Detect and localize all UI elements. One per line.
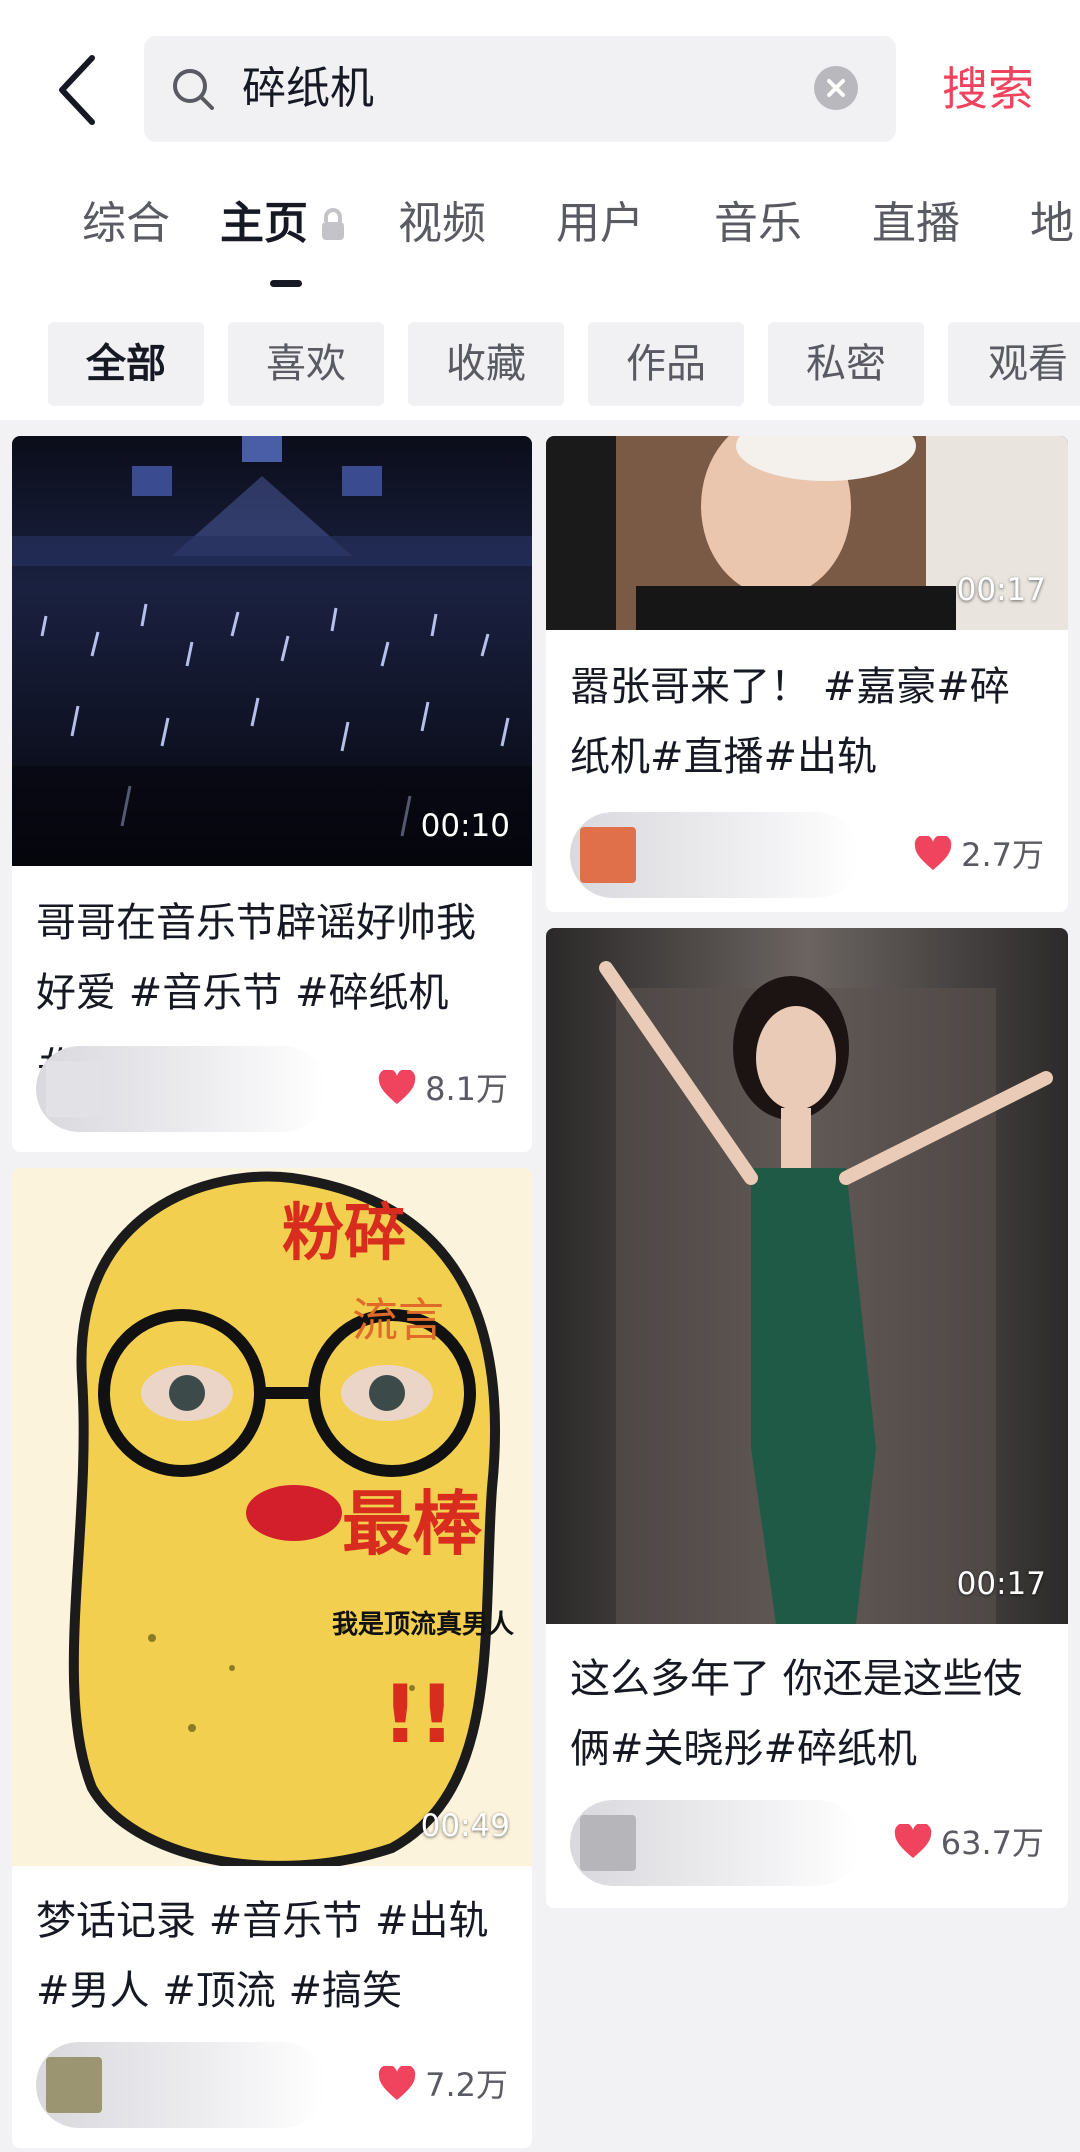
active-tab-indicator: [270, 280, 302, 287]
caption-line: 梦话记录 #音乐节 #出轨: [36, 1898, 489, 1944]
video-thumbnail[interactable]: 00:10: [12, 436, 532, 866]
video-caption: 这么多年了 你还是这些伎 俩#关晓彤#碎纸机: [570, 1644, 1044, 1784]
video-duration: 00:10: [420, 808, 510, 844]
chip-liked[interactable]: 喜欢: [228, 322, 384, 406]
video-duration: 00:17: [956, 572, 1046, 608]
tab-videos[interactable]: 视频: [398, 192, 486, 256]
like-count[interactable]: 8.1万: [377, 1066, 508, 1112]
avatar: [580, 827, 636, 883]
overlay-note: 我是顶流真男人: [332, 1610, 515, 1640]
author-chip[interactable]: [36, 2042, 326, 2128]
like-count-value: 63.7万: [940, 1824, 1044, 1862]
tab-users[interactable]: 用户: [556, 192, 644, 256]
chip-all[interactable]: 全部: [48, 322, 204, 406]
tab-live[interactable]: 直播: [872, 192, 960, 256]
avatar: [46, 2057, 102, 2113]
caption-line: 这么多年了 你还是这些伎: [570, 1656, 1023, 1702]
search-input[interactable]: 碎纸机: [144, 36, 896, 142]
like-count-value: 2.7万: [961, 836, 1044, 874]
avatar: [46, 1061, 102, 1117]
chip-favorites[interactable]: 收藏: [408, 322, 564, 406]
caption-line: 哥哥在音乐节辟谣好帅我: [36, 900, 476, 946]
overlay-best: 最棒: [342, 1483, 482, 1565]
video-duration: 00:49: [420, 1808, 510, 1844]
tab-general[interactable]: 综合: [82, 192, 170, 256]
tab-location[interactable]: 地: [1030, 192, 1074, 256]
search-icon: [173, 69, 214, 110]
video-card[interactable]: 00:17 嚣张哥来了！ #嘉豪#碎 纸机#直播#出轨 2.7万: [546, 436, 1068, 912]
tab-music[interactable]: 音乐: [714, 192, 802, 256]
overlay-subtitle: 流言: [352, 1293, 444, 1347]
like-count-value: 7.2万: [425, 2066, 508, 2104]
heart-icon: [378, 1070, 416, 1104]
chip-history[interactable]: 观看: [948, 322, 1080, 406]
search-header: 碎纸机 搜索: [0, 0, 1080, 170]
search-query-text[interactable]: 碎纸机: [242, 56, 374, 122]
video-caption: 梦话记录 #音乐节 #出轨 #男人 #顶流 #搞笑: [36, 1886, 508, 2026]
chip-works[interactable]: 作品: [588, 322, 744, 406]
chip-private[interactable]: 私密: [768, 322, 924, 406]
like-count[interactable]: 63.7万: [893, 1820, 1044, 1866]
author-chip[interactable]: [570, 812, 860, 898]
overlay-exclaim: !!: [382, 1668, 455, 1761]
back-arrow-icon[interactable]: [50, 50, 110, 130]
video-card[interactable]: 00:10 哥哥在音乐节辟谣好帅我 好爱 #音乐节 #碎纸机 #... 8.1万: [12, 436, 532, 1152]
heart-icon: [378, 2066, 416, 2100]
video-thumbnail[interactable]: 00:17: [546, 928, 1068, 1624]
video-thumbnail[interactable]: 粉碎 流言 最棒 我是顶流真男人 !! 00:49: [12, 1168, 532, 1866]
video-duration: 00:17: [956, 1566, 1046, 1602]
video-feed: 00:10 哥哥在音乐节辟谣好帅我 好爱 #音乐节 #碎纸机 #... 8.1万: [0, 420, 1080, 2152]
lock-icon: [322, 208, 344, 240]
tab-homepage[interactable]: 主页: [220, 192, 308, 256]
caption-line: #男人 #顶流 #搞笑: [36, 1968, 402, 2014]
heart-icon: [894, 1824, 931, 1858]
heart-icon: [914, 836, 952, 870]
avatar: [580, 1815, 636, 1871]
like-count[interactable]: 2.7万: [913, 832, 1044, 878]
overlay-title: 粉碎: [282, 1196, 407, 1269]
video-caption: 嚣张哥来了！ #嘉豪#碎 纸机#直播#出轨: [570, 652, 1044, 792]
video-card[interactable]: 粉碎 流言 最棒 我是顶流真男人 !! 00:49 梦话记录 #音乐节 #出轨 …: [12, 1168, 532, 2148]
result-tabs: 综合 主页 视频 用户 音乐 直播 地: [0, 170, 1080, 310]
caption-line: 纸机#直播#出轨: [570, 734, 878, 780]
video-card[interactable]: 00:17 这么多年了 你还是这些伎 俩#关晓彤#碎纸机 63.7万: [546, 928, 1068, 1908]
like-count[interactable]: 7.2万: [377, 2062, 508, 2108]
video-thumbnail[interactable]: 00:17: [546, 436, 1068, 630]
search-button[interactable]: 搜索: [942, 56, 1034, 122]
like-count-value: 8.1万: [425, 1070, 508, 1108]
author-chip[interactable]: [36, 1046, 326, 1132]
clear-input-icon[interactable]: [814, 66, 858, 110]
filter-chips: 全部 喜欢 收藏 作品 私密 观看: [0, 310, 1080, 420]
caption-line: 俩#关晓彤#碎纸机: [570, 1726, 918, 1772]
caption-line: 嚣张哥来了！ #嘉豪#碎: [570, 664, 1010, 710]
author-chip[interactable]: [570, 1800, 860, 1886]
